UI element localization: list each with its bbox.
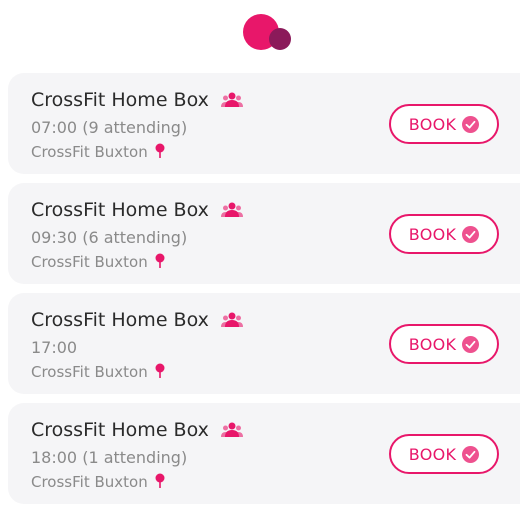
class-location: CrossFit Buxton <box>31 253 165 271</box>
location-name: CrossFit Buxton <box>31 473 148 491</box>
class-card: CrossFit Home Box 07:00 (9 attending) Cr… <box>8 73 520 174</box>
people-icon <box>220 202 243 217</box>
class-time: 17:00 <box>31 338 78 357</box>
book-label: BOOK <box>408 224 457 244</box>
book-label: BOOK <box>408 334 457 354</box>
class-name: CrossFit Home Box <box>31 419 209 441</box>
class-name: CrossFit Home Box <box>31 89 209 111</box>
location-name: CrossFit Buxton <box>31 363 148 381</box>
book-button[interactable]: BOOK <box>389 324 499 364</box>
class-title: CrossFit Home Box <box>31 199 243 221</box>
people-icon <box>220 92 243 107</box>
book-button[interactable]: BOOK <box>389 104 499 144</box>
map-pin-icon <box>155 143 164 158</box>
class-name: CrossFit Home Box <box>31 199 209 221</box>
people-icon <box>220 312 243 327</box>
people-icon <box>220 422 243 437</box>
class-card: CrossFit Home Box 17:00 CrossFit Buxton … <box>8 293 520 394</box>
map-pin-icon <box>155 253 164 268</box>
class-time: 07:00 (9 attending) <box>31 118 188 137</box>
book-label: BOOK <box>408 114 457 134</box>
class-location: CrossFit Buxton <box>31 363 165 381</box>
class-title: CrossFit Home Box <box>31 419 243 441</box>
class-time: 18:00 (1 attending) <box>31 448 188 467</box>
check-circle-icon <box>462 115 480 133</box>
book-button[interactable]: BOOK <box>389 434 499 474</box>
map-pin-icon <box>155 363 164 378</box>
class-location: CrossFit Buxton <box>31 473 165 491</box>
class-title: CrossFit Home Box <box>31 89 243 111</box>
book-button[interactable]: BOOK <box>389 214 499 254</box>
class-location: CrossFit Buxton <box>31 143 165 161</box>
check-circle-icon <box>462 335 480 353</box>
class-time: 09:30 (6 attending) <box>31 228 188 247</box>
class-card: CrossFit Home Box 18:00 (1 attending) Cr… <box>8 403 520 504</box>
class-name: CrossFit Home Box <box>31 309 209 331</box>
class-list: CrossFit Home Box 07:00 (9 attending) Cr… <box>8 73 520 513</box>
map-pin-icon <box>155 473 164 488</box>
location-name: CrossFit Buxton <box>31 253 148 271</box>
class-title: CrossFit Home Box <box>31 309 243 331</box>
check-circle-icon <box>462 445 480 463</box>
check-circle-icon <box>462 225 480 243</box>
book-label: BOOK <box>408 444 457 464</box>
class-card: CrossFit Home Box 09:30 (6 attending) Cr… <box>8 183 520 284</box>
location-name: CrossFit Buxton <box>31 143 148 161</box>
brand-logo-icon <box>243 14 291 50</box>
